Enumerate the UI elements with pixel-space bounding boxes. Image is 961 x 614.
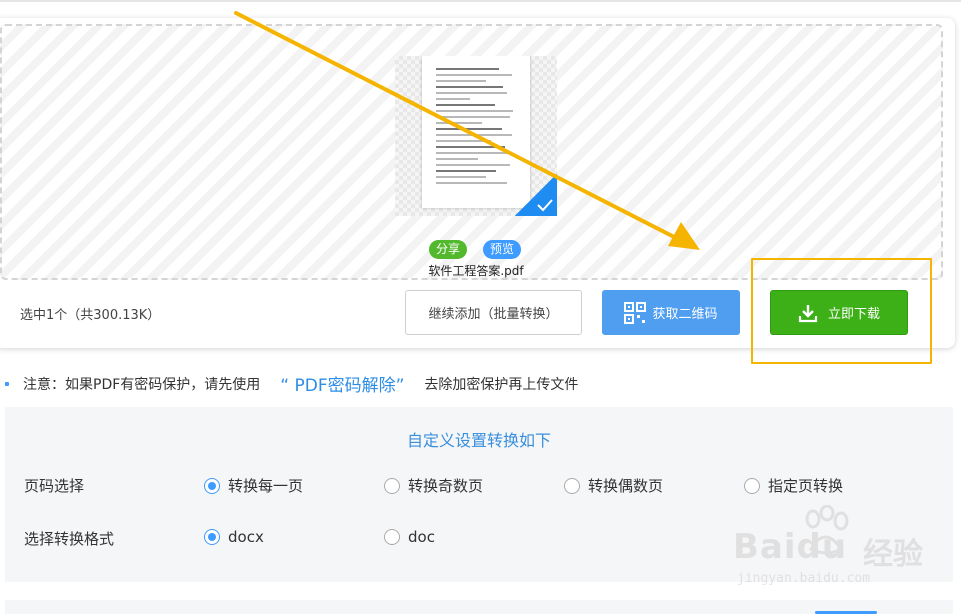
watermark-url: jingyan.baidu.com	[737, 571, 871, 586]
radio-every-page-label: 转换每一页	[228, 477, 304, 495]
radio-format-docx-circle[interactable]	[204, 529, 220, 545]
radio-specific-pages[interactable]: 指定页转换	[744, 475, 843, 496]
radio-format-docx[interactable]: docx	[204, 528, 264, 546]
watermark-brand-cn: 经验	[863, 537, 923, 572]
radio-specific-pages-circle[interactable]	[744, 477, 760, 494]
radio-every-page[interactable]: 转换每一页	[204, 475, 303, 496]
radio-odd-pages[interactable]: 转换奇数页	[384, 475, 483, 496]
pdf-unlock-link[interactable]: “ PDF密码解除”	[280, 371, 404, 396]
radio-format-doc-label: doc	[408, 528, 435, 546]
radio-odd-pages-circle[interactable]	[384, 477, 400, 494]
format-selection-label: 选择转换格式	[24, 530, 115, 548]
radio-format-docx-label: docx	[228, 528, 264, 546]
radio-even-pages[interactable]: 转换偶数页	[564, 475, 663, 496]
notice-bullet	[5, 381, 9, 386]
radio-format-doc[interactable]: doc	[384, 528, 435, 546]
radio-even-pages-label: 转换偶数页	[588, 477, 664, 495]
password-notice: 注意：如果PDF有密码保护，请先使用 “ PDF密码解除” 去除加密保护再上传文…	[5, 371, 578, 396]
radio-even-pages-circle[interactable]	[564, 477, 580, 494]
radio-specific-pages-label: 指定页转换	[768, 477, 844, 495]
baidu-jingyan-watermark: Baidu 经验 jingyan.baidu.com	[733, 505, 953, 605]
radio-odd-pages-label: 转换奇数页	[408, 477, 484, 495]
radio-format-doc-circle[interactable]	[384, 529, 400, 545]
notice-suffix: 去除加密保护再上传文件	[424, 376, 579, 393]
notice-prefix: 注意：如果PDF有密码保护，请先使用	[23, 376, 261, 393]
radio-every-page-circle[interactable]	[204, 477, 220, 494]
settings-title: 自定义设置转换如下	[406, 431, 551, 450]
watermark-brand: Baidu	[733, 527, 848, 567]
page-selection-label: 页码选择	[24, 477, 85, 495]
